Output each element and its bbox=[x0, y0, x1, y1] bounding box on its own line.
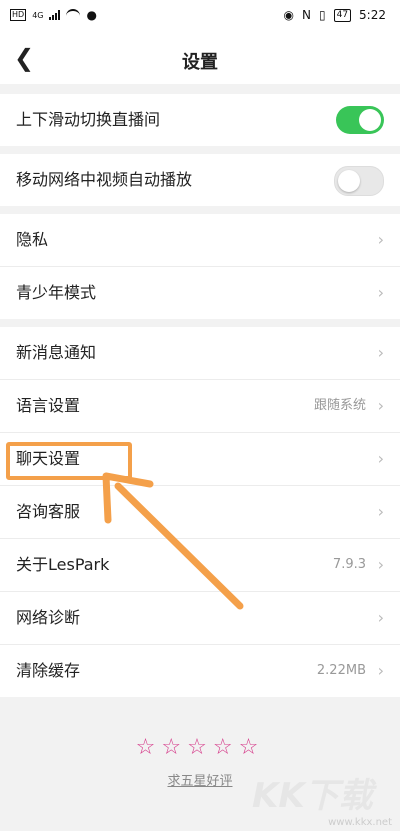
settings-item-youth-mode[interactable]: 青少年模式 › bbox=[0, 267, 400, 319]
toggle-row-autoplay[interactable]: 移动网络中视频自动播放 bbox=[0, 154, 400, 206]
chevron-right-icon: › bbox=[377, 343, 384, 362]
star-icon[interactable]: ☆ bbox=[136, 735, 162, 760]
eye-icon: ◉ bbox=[283, 8, 294, 22]
chevron-right-icon: › bbox=[377, 449, 384, 468]
toggle-row-live-switch[interactable]: 上下滑动切换直播间 bbox=[0, 94, 400, 146]
star-icon[interactable]: ☆ bbox=[161, 735, 187, 760]
battery-icon: 47 bbox=[333, 8, 352, 22]
settings-item-support[interactable]: 咨询客服 › bbox=[0, 486, 400, 539]
qq-icon: ● bbox=[86, 8, 97, 22]
chevron-right-icon: › bbox=[377, 283, 384, 302]
toggle-knob bbox=[338, 170, 360, 192]
chevron-right-icon: › bbox=[377, 555, 384, 574]
star-icon[interactable]: ☆ bbox=[239, 735, 265, 760]
wifi-icon bbox=[66, 9, 81, 21]
settings-item-network-diagnosis[interactable]: 网络诊断 › bbox=[0, 592, 400, 645]
toggle-group-2: 移动网络中视频自动播放 bbox=[0, 154, 400, 206]
row-label: 咨询客服 bbox=[16, 502, 81, 521]
chevron-right-icon: › bbox=[377, 608, 384, 627]
privacy-group: 隐私 › 青少年模式 › bbox=[0, 214, 400, 319]
star-icon[interactable]: ☆ bbox=[187, 735, 213, 760]
clock: 5:22 bbox=[359, 8, 386, 22]
row-value: 2.22MB bbox=[316, 663, 366, 678]
highlight-box bbox=[6, 442, 132, 480]
row-value: 跟随系统 bbox=[313, 398, 366, 413]
settings-item-notifications[interactable]: 新消息通知 › bbox=[0, 327, 400, 380]
page-title: 设置 bbox=[182, 52, 218, 73]
settings-item-privacy[interactable]: 隐私 › bbox=[0, 214, 400, 267]
nav-bar: ❮ 设置 bbox=[0, 34, 400, 84]
row-label: 语言设置 bbox=[16, 396, 81, 415]
chevron-right-icon: › bbox=[377, 230, 384, 249]
row-label: 青少年模式 bbox=[16, 283, 97, 302]
watermark-url: www.kkx.net bbox=[328, 817, 392, 828]
row-label: 隐私 bbox=[16, 230, 49, 249]
row-label: 关于LesPark bbox=[16, 555, 110, 574]
status-bar: HD 4G ● ◉ N ▯ 47 5:22 bbox=[0, 0, 400, 34]
autoplay-toggle[interactable] bbox=[334, 166, 384, 196]
watermark-logo: KK下载 bbox=[252, 776, 373, 816]
settings-item-about[interactable]: 关于LesPark 7.9.3 › bbox=[0, 539, 400, 592]
star-rating[interactable]: ☆☆☆☆☆ bbox=[0, 735, 400, 760]
live-switch-toggle[interactable] bbox=[336, 106, 384, 134]
toggle-group-1: 上下滑动切换直播间 bbox=[0, 94, 400, 146]
hd-icon: HD bbox=[10, 9, 27, 21]
row-label: 新消息通知 bbox=[16, 343, 97, 362]
row-label: 移动网络中视频自动播放 bbox=[16, 170, 193, 189]
settings-item-clear-cache[interactable]: 清除缓存 2.22MB › bbox=[0, 645, 400, 697]
row-label: 网络诊断 bbox=[16, 608, 81, 627]
vibrate-icon: ▯ bbox=[318, 8, 326, 22]
row-label: 上下滑动切换直播间 bbox=[16, 110, 161, 129]
nfc-icon: N bbox=[302, 8, 311, 22]
toggle-knob bbox=[359, 109, 381, 131]
signal-icon bbox=[49, 10, 61, 20]
chevron-right-icon: › bbox=[377, 502, 384, 521]
row-value: 7.9.3 bbox=[332, 557, 366, 572]
settings-item-language[interactable]: 语言设置 跟随系统 › bbox=[0, 380, 400, 433]
chevron-right-icon: › bbox=[377, 396, 384, 415]
chevron-right-icon: › bbox=[377, 661, 384, 680]
general-group: 新消息通知 › 语言设置 跟随系统 › 聊天设置 › 咨询客服 › 关于LesP… bbox=[0, 327, 400, 697]
star-icon[interactable]: ☆ bbox=[213, 735, 239, 760]
row-label: 清除缓存 bbox=[16, 661, 81, 680]
network-type: 4G bbox=[32, 10, 44, 20]
watermark: KK下载 www.kkx.net bbox=[252, 768, 392, 828]
